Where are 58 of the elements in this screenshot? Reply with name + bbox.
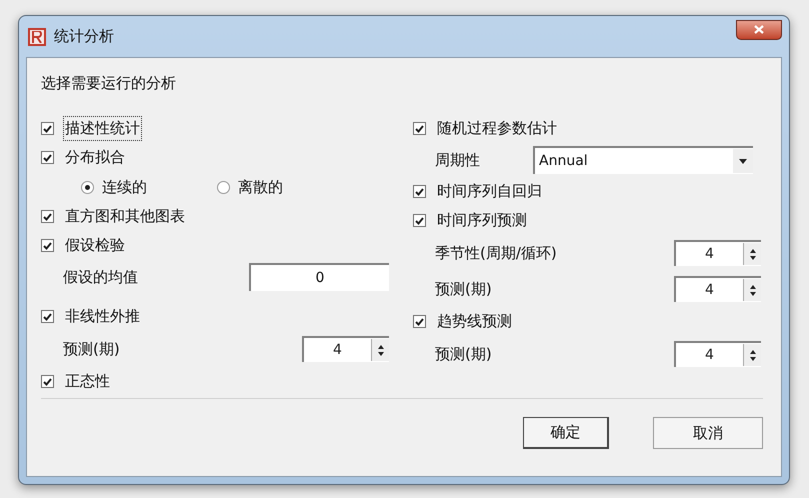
checkmark-icon — [43, 312, 52, 320]
radio-label: 离散的 — [238, 176, 283, 198]
radio-label: 连续的 — [102, 176, 147, 198]
spinner-field[interactable]: 4 — [302, 336, 389, 362]
checkmark-icon — [43, 212, 52, 220]
app-logo-icon — [28, 28, 46, 46]
spin-arrows-icon[interactable] — [371, 339, 389, 361]
input-field[interactable]: 0 — [249, 263, 389, 291]
spinner-label: 预测(期) — [435, 344, 492, 365]
spin-arrows-icon[interactable] — [743, 279, 761, 301]
close-button[interactable] — [736, 20, 782, 40]
spinner-field[interactable]: 4 — [674, 240, 761, 266]
spinner-field[interactable]: 4 — [674, 341, 761, 367]
radio-button[interactable] — [217, 180, 230, 194]
checkbox-label: 假设检验 — [64, 235, 126, 256]
checkbox[interactable] — [41, 210, 54, 223]
field-label: 假设的均值 — [63, 266, 138, 288]
checkbox[interactable] — [413, 214, 426, 227]
caret-icon — [733, 149, 753, 173]
spinner-label: 预测(期) — [63, 338, 120, 360]
checkbox-label: 直方图和其他图表 — [64, 206, 186, 228]
checkbox[interactable] — [41, 151, 54, 164]
dropdown[interactable]: Annual — [533, 146, 753, 174]
close-icon — [754, 25, 764, 34]
checkmark-icon — [43, 242, 52, 250]
checkbox[interactable] — [41, 310, 54, 323]
checkbox-label: 随机过程参数估计 — [436, 118, 558, 140]
checkbox[interactable] — [41, 239, 54, 252]
checkmark-icon — [415, 188, 424, 196]
dropdown-label: 周期性 — [435, 150, 481, 171]
checkbox-label: 分布拟合 — [64, 147, 126, 168]
checkmark-icon — [415, 318, 424, 326]
dialog-button[interactable]: 确定 — [523, 417, 609, 449]
checkbox[interactable] — [41, 375, 54, 388]
checkmark-icon — [43, 154, 52, 162]
window-title: 统计分析 — [54, 26, 114, 48]
checkmark-icon — [43, 378, 52, 386]
checkmark-icon — [43, 124, 52, 132]
dialog-button[interactable]: 取消 — [653, 417, 763, 449]
checkbox[interactable] — [413, 185, 426, 198]
checkbox-label: 时间序列自回归 — [436, 181, 543, 202]
spin-arrows-icon[interactable] — [743, 243, 761, 265]
spinner-field[interactable]: 4 — [674, 276, 761, 302]
checkbox-label: 非线性外推 — [64, 306, 141, 328]
checkbox-label: 正态性 — [64, 371, 111, 392]
checkbox-label: 时间序列预测 — [436, 210, 528, 232]
checkbox-label: 趋势线预测 — [436, 311, 513, 332]
checkmark-icon — [415, 216, 424, 224]
spinner-label: 季节性(周期/循环) — [435, 242, 557, 264]
checkbox[interactable] — [413, 315, 426, 328]
section-heading: 选择需要运行的分析 — [41, 73, 177, 94]
checkmark-icon — [415, 124, 424, 132]
checkbox[interactable] — [41, 122, 54, 135]
radio-button[interactable] — [81, 180, 94, 194]
spinner-label: 预测(期) — [435, 278, 492, 300]
spin-arrows-icon[interactable] — [743, 344, 761, 366]
checkbox[interactable] — [413, 122, 426, 135]
checkbox-label: 描述性统计 — [64, 117, 141, 140]
